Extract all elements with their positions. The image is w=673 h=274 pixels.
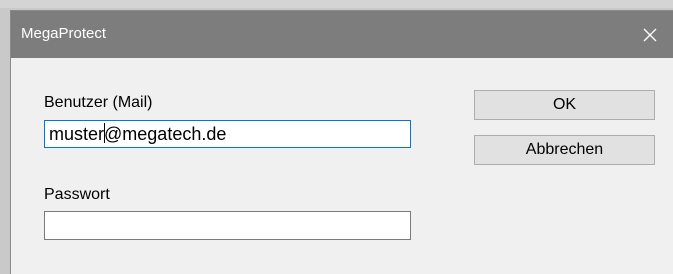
ok-button[interactable]: OK (474, 90, 655, 120)
cancel-button[interactable]: Abbrechen (474, 135, 655, 165)
user-value-after-caret: @megatech.de (104, 124, 227, 144)
close-icon (643, 28, 657, 41)
title-bar[interactable]: MegaProtect (11, 11, 673, 58)
password-label: Passwort (44, 186, 110, 203)
close-button[interactable] (627, 11, 673, 58)
dialog-body: Benutzer (Mail) muster@megatech.de Passw… (11, 58, 673, 274)
user-label: Benutzer (Mail) (44, 94, 153, 111)
login-dialog: MegaProtect Benutzer (Mail) muster@megat… (10, 10, 673, 274)
window-title: MegaProtect (21, 25, 107, 42)
user-email-input[interactable]: muster@megatech.de (44, 120, 411, 148)
user-value-before-caret: muster (49, 124, 105, 144)
password-input[interactable] (44, 211, 411, 240)
background-strip (0, 0, 673, 8)
